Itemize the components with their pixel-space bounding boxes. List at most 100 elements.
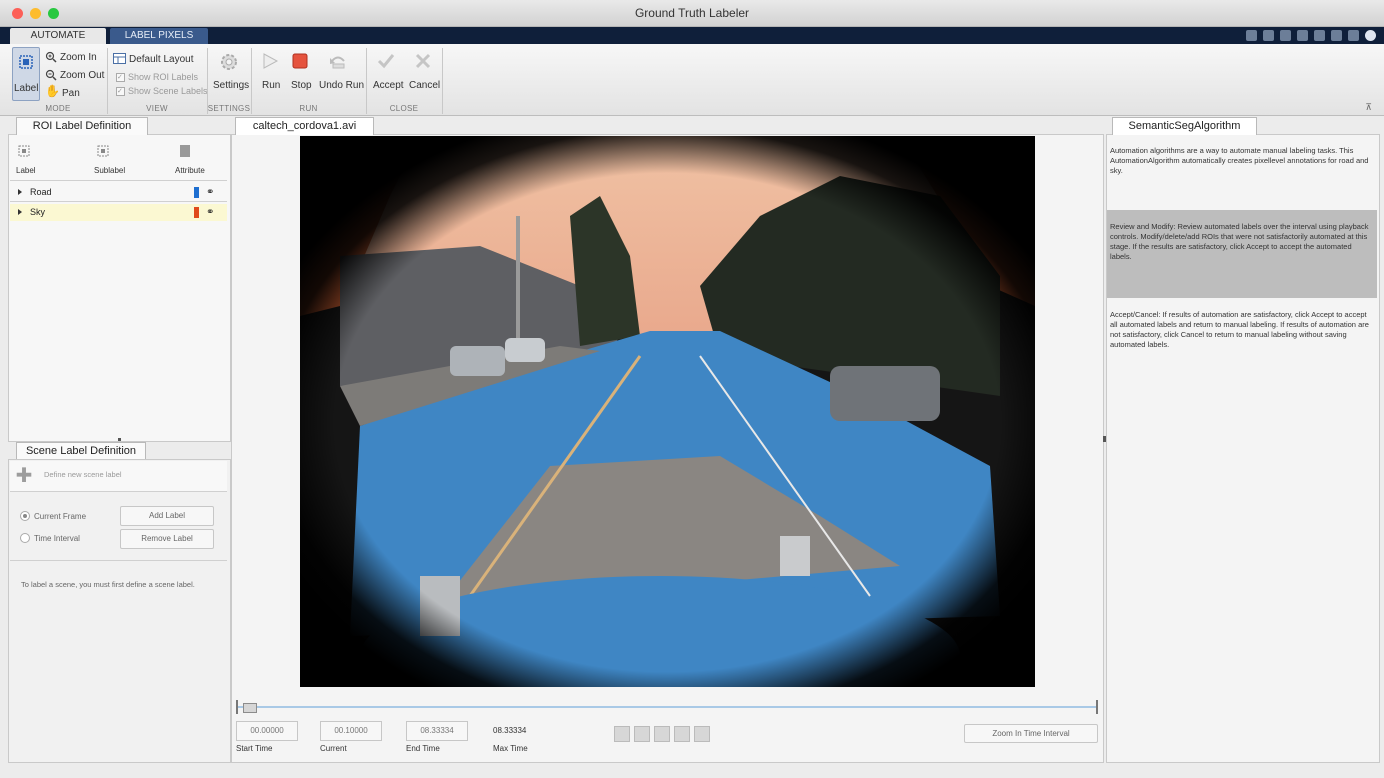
max-time-value: 08.33334 [493, 726, 527, 735]
cut-icon[interactable] [1263, 30, 1274, 41]
link-icon: ⚭ [206, 207, 215, 218]
accept-button[interactable]: Accept [373, 80, 404, 91]
redo-icon[interactable] [1331, 30, 1342, 41]
play-icon[interactable] [654, 726, 670, 742]
end-time-field[interactable]: 08.33334 [406, 721, 468, 741]
time-interval-radio[interactable] [20, 533, 30, 543]
pan-button[interactable]: Pan [62, 88, 80, 99]
start-time-field[interactable]: 00.00000 [236, 721, 298, 741]
undo-run-button[interactable]: Undo Run [319, 80, 364, 91]
current-time-label: Current [320, 744, 347, 753]
max-time-label: Max Time [493, 744, 528, 753]
jump-to-start-icon[interactable] [614, 726, 630, 742]
video-file-tab[interactable]: caltech_cordova1.avi [235, 117, 374, 135]
add-label-button[interactable]: Add Label [120, 506, 214, 526]
title-bar: Ground Truth Labeler [0, 0, 1384, 27]
scene-label-definition-tab[interactable]: Scene Label Definition [16, 442, 146, 460]
expand-arrow-icon[interactable] [18, 209, 22, 215]
splitter-handle[interactable] [118, 438, 121, 441]
zoom-in-time-interval-button[interactable]: Zoom In Time Interval [964, 724, 1098, 743]
pan-hand-icon: ✋ [45, 84, 60, 98]
label-mode-icon [19, 55, 33, 69]
add-attribute-icon [180, 145, 190, 157]
timeline-current-handle[interactable] [243, 703, 257, 713]
window-title: Ground Truth Labeler [634, 6, 750, 20]
stop-icon [292, 53, 308, 69]
timeline-start-flag[interactable] [236, 700, 238, 714]
add-scene-label-icon[interactable]: ✚ [15, 466, 33, 486]
add-label-icon [18, 145, 30, 157]
add-sublabel-icon [97, 145, 109, 157]
sublabel-tool-button[interactable]: Sublabel [94, 166, 125, 175]
group-title-run: RUN [299, 104, 318, 113]
current-frame-radio[interactable] [20, 511, 30, 521]
show-roi-checkbox[interactable]: ✓ [116, 73, 125, 82]
help-icon[interactable] [1365, 30, 1376, 41]
expand-arrow-icon[interactable] [18, 189, 22, 195]
roi-label-name: Road [30, 187, 52, 197]
sky-color-swatch [194, 207, 199, 218]
jump-to-end-icon[interactable] [694, 726, 710, 742]
timeline-track[interactable] [236, 706, 1098, 708]
tab-automate[interactable]: AUTOMATE [10, 28, 106, 44]
quick-access-toolbar [1246, 29, 1376, 42]
review-modify-text: Review and Modify: Review automated labe… [1110, 222, 1369, 261]
zoom-out-button[interactable]: Zoom Out [60, 70, 104, 81]
divider [10, 201, 227, 202]
zoom-in-icon [45, 51, 57, 63]
current-time-field[interactable]: 00.10000 [320, 721, 382, 741]
group-title-settings: SETTINGS [207, 104, 251, 113]
scene-hint-text: To label a scene, you must first define … [21, 580, 195, 589]
algorithm-intro-text: Automation algorithms are a way to autom… [1110, 146, 1369, 175]
label-mode-button[interactable]: Label [12, 47, 40, 101]
playback-controls [614, 726, 710, 742]
group-title-view: VIEW [146, 104, 168, 113]
layout-grid-icon [113, 53, 126, 64]
roi-label-name: Sky [30, 207, 46, 217]
default-layout-button[interactable]: Default Layout [129, 54, 194, 65]
link-icon: ⚭ [206, 187, 215, 198]
divider [10, 560, 227, 561]
run-button[interactable]: Run [262, 80, 280, 91]
undo-icon[interactable] [1314, 30, 1325, 41]
next-frame-icon[interactable] [674, 726, 690, 742]
label-tool-button[interactable]: Label [16, 166, 36, 175]
roi-label-road[interactable]: Road ⚭ [10, 184, 227, 201]
stop-button[interactable]: Stop [291, 80, 312, 91]
timeline-end-flag[interactable] [1096, 700, 1098, 714]
paste-icon[interactable] [1297, 30, 1308, 41]
cancel-button[interactable]: Cancel [409, 80, 440, 91]
roi-label-sky[interactable]: Sky ⚭ [10, 204, 227, 221]
ribbon: Label Zoom In Zoom Out ✋ Pan MODE Defaul… [0, 44, 1384, 116]
group-title-mode: MODE [45, 104, 71, 113]
group-divider [442, 48, 443, 114]
previous-frame-icon[interactable] [634, 726, 650, 742]
road-color-swatch [194, 187, 199, 198]
save-icon[interactable] [1246, 30, 1257, 41]
time-interval-label: Time Interval [34, 534, 80, 543]
label-mode-text: Label [14, 83, 39, 94]
radio-dot [23, 514, 27, 518]
layout-icon[interactable] [1348, 30, 1359, 41]
show-scene-checkbox[interactable]: ✓ [116, 87, 125, 96]
remove-label-button[interactable]: Remove Label [120, 529, 214, 549]
define-scene-label-text: Define new scene label [44, 470, 122, 479]
settings-button[interactable]: Settings [213, 80, 249, 91]
scene-label-panel [8, 459, 231, 763]
show-roi-labels-text: Show ROI Labels [128, 72, 199, 82]
copy-icon[interactable] [1280, 30, 1291, 41]
zoom-in-button[interactable]: Zoom In [60, 52, 97, 63]
undo-run-icon [330, 56, 345, 69]
tab-label-pixels[interactable]: LABEL PIXELS [110, 28, 208, 44]
accept-check-icon [377, 54, 395, 69]
cancel-x-icon [415, 53, 431, 69]
toolstrip-tabs: AUTOMATE LABEL PIXELS [0, 27, 1384, 44]
start-time-label: Start Time [236, 744, 273, 753]
zoom-out-icon [45, 69, 57, 81]
vignette [300, 136, 1035, 687]
semantic-seg-algorithm-tab[interactable]: SemanticSegAlgorithm [1112, 117, 1257, 135]
collapse-ribbon-icon[interactable]: ⊼ [1365, 102, 1372, 113]
roi-label-definition-tab[interactable]: ROI Label Definition [16, 117, 148, 135]
attribute-tool-button[interactable]: Attribute [175, 166, 205, 175]
divider [10, 180, 227, 181]
